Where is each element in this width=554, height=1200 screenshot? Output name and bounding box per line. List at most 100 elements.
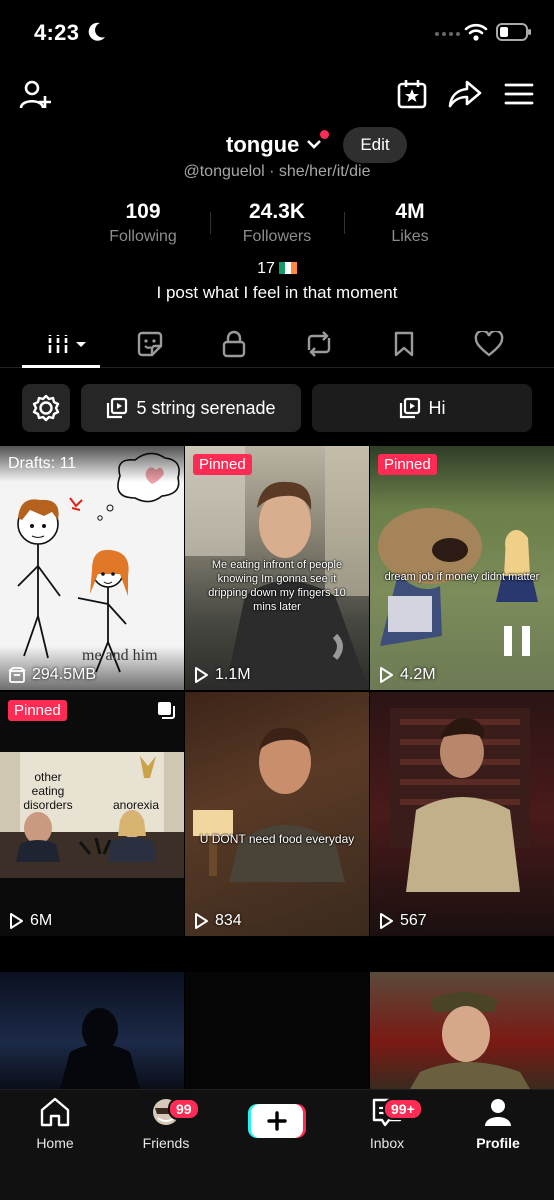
- creator-calendar-button[interactable]: [394, 76, 430, 112]
- video-tile[interactable]: U DONT need food everyday 834: [185, 692, 369, 936]
- bottom-nav: Home Friends 99 Inbox 99+ Profile: [0, 1089, 554, 1200]
- edit-profile-button[interactable]: Edit: [343, 127, 407, 163]
- profile-stats: 109 Following 24.3K Followers 4M Likes: [0, 200, 554, 250]
- thumbnail-caption: Me eating infront of people knowing Im g…: [208, 559, 346, 613]
- tab-private[interactable]: [214, 328, 254, 360]
- lock-icon: [222, 330, 246, 358]
- view-count: 1.1M: [193, 666, 251, 684]
- stat-value: 294.5MB: [32, 666, 97, 683]
- drafts-tile[interactable]: Drafts: 11 me and him 294.5MB: [0, 446, 184, 690]
- status-time: 4:23: [34, 20, 80, 45]
- nav-home[interactable]: Home: [15, 1096, 95, 1151]
- stat-label: Following: [109, 228, 177, 245]
- thumbnail-caption: other eating disorders: [23, 770, 73, 812]
- view-count: 834: [193, 912, 242, 930]
- active-tab-indicator: [22, 365, 100, 368]
- multi-image-icon: [158, 702, 175, 719]
- video-tile[interactable]: Pinned other eating disorders anorexia 6…: [0, 692, 184, 936]
- video-tile[interactable]: Pinned Me eating infront of people knowi…: [185, 446, 369, 690]
- create-button[interactable]: [248, 1104, 306, 1138]
- ireland-flag-icon: [278, 262, 297, 274]
- friends-badge: 99: [168, 1098, 200, 1120]
- draft-box-icon: [8, 667, 26, 683]
- playlist-icon: [107, 397, 128, 419]
- drafts-count: Drafts: 11: [8, 455, 77, 472]
- tab-favorites[interactable]: [384, 328, 424, 360]
- tab-stickers[interactable]: [130, 328, 170, 360]
- calendar-star-icon: [397, 80, 427, 109]
- inbox-badge: 99+: [383, 1098, 423, 1120]
- chevron-down-icon[interactable]: [306, 138, 322, 150]
- bio-age-line: 17: [0, 260, 554, 278]
- gear-icon: [32, 394, 60, 422]
- stat-value: 24.3K: [248, 200, 306, 223]
- profile-icon: [485, 1099, 511, 1126]
- video-tile[interactable]: [370, 972, 554, 1089]
- hamburger-menu-icon: [504, 83, 534, 105]
- thumbnail-caption: dream job if money didnt matter: [384, 571, 540, 583]
- nav-label: Inbox: [369, 1135, 405, 1151]
- stat-followers[interactable]: 24.3K Followers: [207, 200, 347, 246]
- video-thumbnail: [390, 708, 530, 892]
- wifi-icon: [464, 23, 488, 41]
- repost-icon: [307, 331, 331, 357]
- video-thumbnail: [0, 752, 184, 878]
- play-icon: [380, 913, 393, 929]
- pinned-badge: Pinned: [193, 454, 252, 475]
- profile-handle: @tonguelol · she/her/it/die: [183, 163, 371, 180]
- signal-icon: [435, 32, 460, 36]
- play-icon: [195, 913, 208, 929]
- view-count: 4.2M: [378, 666, 436, 684]
- playlist-settings-button[interactable]: [22, 384, 70, 432]
- menu-button[interactable]: [500, 76, 538, 112]
- stat-value: 1.1M: [215, 666, 251, 683]
- nav-friends[interactable]: Friends 99: [126, 1096, 206, 1151]
- notification-dot: [320, 130, 329, 139]
- pinned-badge: Pinned: [378, 454, 437, 475]
- profile-tabs: [0, 322, 554, 368]
- video-thumbnail: [410, 992, 530, 1089]
- playlist-button[interactable]: 5 string serenade: [81, 384, 301, 432]
- add-user-icon: [19, 80, 51, 109]
- heart-icon: [474, 331, 504, 357]
- video-tile[interactable]: Pinned dream job if money didnt matter 4…: [370, 446, 554, 690]
- stat-label: Likes: [391, 228, 429, 245]
- bookmark-icon: [394, 331, 414, 357]
- plus-icon: [248, 1104, 306, 1138]
- playlist-button[interactable]: Hi: [312, 384, 532, 432]
- view-count: 6M: [8, 912, 52, 930]
- stat-value: 4M: [395, 200, 425, 223]
- status-bar: 4:23: [0, 0, 554, 66]
- draft-size: 294.5MB: [8, 666, 96, 684]
- bio-text: I post what I feel in that moment: [156, 283, 398, 302]
- stat-following[interactable]: 109 Following: [73, 200, 213, 246]
- video-tile[interactable]: [185, 972, 369, 1089]
- video-thumbnail: [378, 508, 538, 656]
- pinned-badge: Pinned: [8, 700, 67, 721]
- video-thumbnail: [60, 1008, 140, 1089]
- nav-profile[interactable]: Profile: [458, 1096, 538, 1151]
- view-count: 567: [378, 912, 427, 930]
- profile-name-row: tongue Edit: [0, 126, 554, 166]
- moon-icon: [88, 22, 105, 41]
- nav-label: Home: [36, 1135, 74, 1151]
- tab-videos[interactable]: [42, 328, 92, 360]
- play-icon: [380, 667, 393, 683]
- grid-icon: [47, 335, 86, 353]
- bio-age: 17: [257, 260, 275, 277]
- share-profile-button[interactable]: [446, 76, 484, 112]
- stat-likes[interactable]: 4M Likes: [340, 200, 480, 246]
- playlist-label: 5 string serenade: [136, 397, 276, 418]
- video-thumbnail: [193, 727, 345, 882]
- add-friend-button[interactable]: [16, 76, 54, 114]
- profile-username[interactable]: tongue: [226, 132, 299, 158]
- video-tile[interactable]: 567: [370, 692, 554, 936]
- thumbnail-caption: anorexia: [112, 798, 160, 812]
- tab-reposts[interactable]: [299, 328, 339, 360]
- video-tile[interactable]: [0, 972, 184, 1089]
- sticker-icon: [137, 331, 163, 357]
- stat-label: Followers: [242, 228, 312, 245]
- nav-inbox[interactable]: Inbox 99+: [347, 1096, 427, 1151]
- tab-liked[interactable]: [469, 328, 509, 360]
- home-icon: [40, 1097, 70, 1127]
